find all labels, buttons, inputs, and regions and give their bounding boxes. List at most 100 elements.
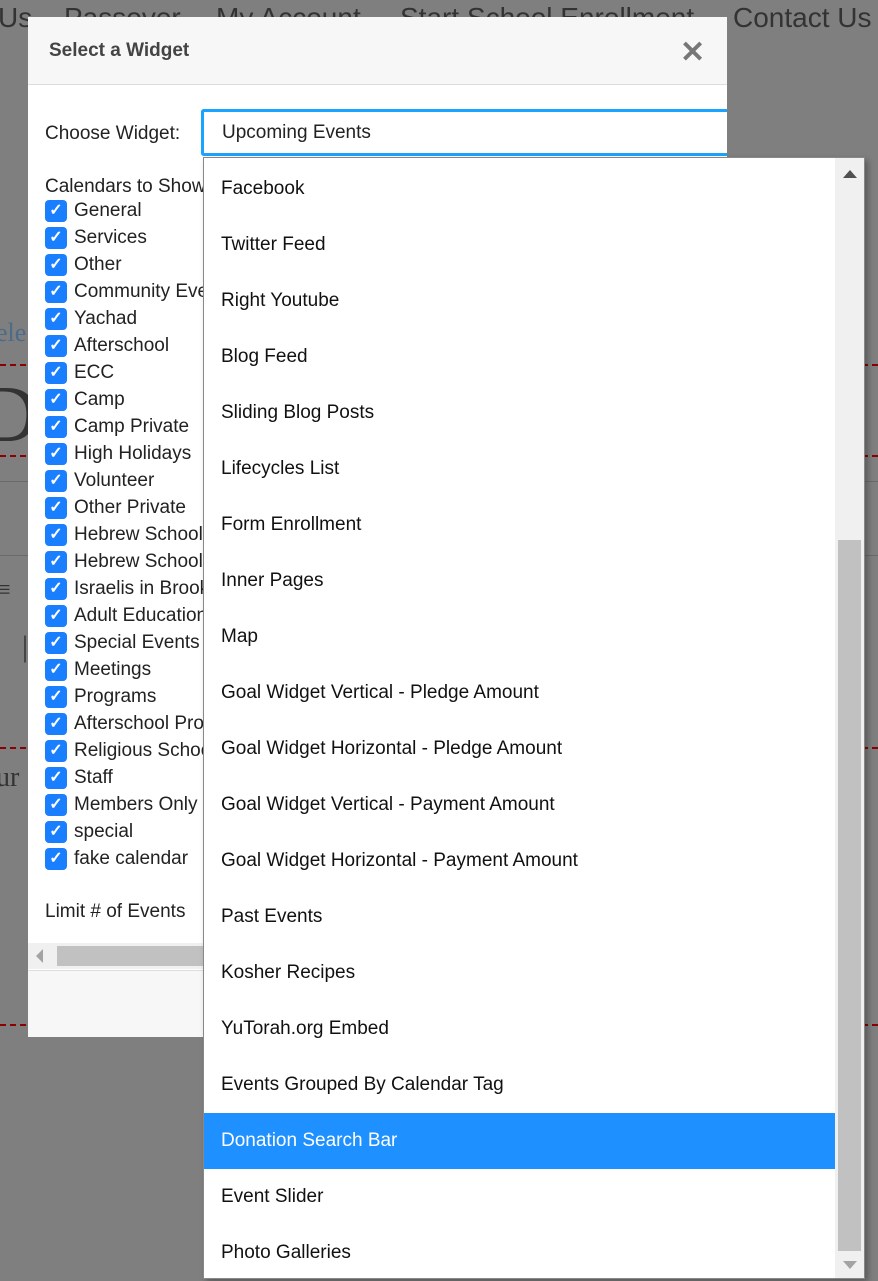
calendar-checkbox[interactable]: ✓ Camp — [45, 389, 125, 411]
dropdown-option[interactable]: Lifecycles List — [204, 441, 836, 497]
calendar-checkbox[interactable]: ✓ Hebrew School — [45, 551, 203, 573]
checkbox-checked-icon[interactable]: ✓ — [45, 659, 67, 681]
checkbox-checked-icon[interactable]: ✓ — [45, 443, 67, 465]
limit-events-label: Limit # of Events — [45, 901, 186, 922]
checkbox-checked-icon[interactable]: ✓ — [45, 470, 67, 492]
calendar-label: Religious School — [74, 740, 216, 761]
calendar-checkbox[interactable]: ✓ fake calendar — [45, 848, 188, 870]
calendar-label: Volunteer — [74, 470, 155, 491]
calendar-checkbox[interactable]: ✓ Special Events — [45, 632, 200, 654]
calendar-checkbox[interactable]: ✓ Programs — [45, 686, 156, 708]
widget-select[interactable]: Upcoming Events — [201, 109, 727, 156]
dropdown-option[interactable]: Goal Widget Horizontal - Payment Amount — [204, 833, 836, 889]
checkbox-checked-icon[interactable]: ✓ — [45, 227, 67, 249]
calendar-checkbox[interactable]: ✓ Religious School — [45, 740, 216, 762]
checkbox-checked-icon[interactable]: ✓ — [45, 713, 67, 735]
calendar-checkbox[interactable]: ✓ Meetings — [45, 659, 151, 681]
checkbox-checked-icon[interactable]: ✓ — [45, 524, 67, 546]
calendar-label: Other — [74, 254, 122, 275]
calendar-label: Hebrew School — [74, 524, 203, 545]
dropdown-option[interactable]: Past Events — [204, 889, 836, 945]
checkbox-checked-icon[interactable]: ✓ — [45, 497, 67, 519]
dropdown-option[interactable]: Map — [204, 609, 836, 665]
checkbox-checked-icon[interactable]: ✓ — [45, 200, 67, 222]
calendar-label: ECC — [74, 362, 115, 383]
close-icon[interactable]: ✕ — [680, 35, 705, 70]
dropdown-option[interactable]: Right Youtube — [204, 273, 836, 329]
modal-title: Select a Widget — [49, 40, 190, 61]
scroll-up-icon[interactable] — [843, 170, 857, 178]
dropdown-option[interactable]: Goal Widget Horizontal - Pledge Amount — [204, 721, 836, 777]
calendar-label: Afterschool — [74, 335, 170, 356]
calendar-checkbox[interactable]: ✓ Adult Education — [45, 605, 207, 627]
calendars-label: Calendars to Show — [45, 176, 206, 197]
calendar-checkbox[interactable]: ✓ Other Private — [45, 497, 186, 519]
scrollbar-thumb[interactable] — [838, 540, 861, 1251]
calendar-label: Programs — [74, 686, 157, 707]
dropdown-option[interactable]: Facebook — [204, 161, 836, 217]
calendar-label: Members Only — [74, 794, 198, 815]
widget-dropdown-list[interactable]: Facebook Twitter Feed Right Youtube Blog Fe… — [203, 157, 865, 1279]
calendar-checkbox[interactable]: ✓ special — [45, 821, 133, 843]
dropdown-option[interactable]: Goal Widget Vertical - Pledge Amount — [204, 665, 836, 721]
nav-link: Contact Us — [733, 2, 872, 33]
checkbox-checked-icon[interactable]: ✓ — [45, 335, 67, 357]
dropdown-option[interactable]: Blog Feed — [204, 329, 836, 385]
calendar-checkbox[interactable]: ✓ Other — [45, 254, 122, 276]
checkbox-checked-icon[interactable]: ✓ — [45, 821, 67, 843]
scroll-down-icon[interactable] — [843, 1261, 857, 1269]
checkbox-checked-icon[interactable]: ✓ — [45, 578, 67, 600]
calendar-checkbox[interactable]: ✓ Staff — [45, 767, 113, 789]
calendar-checkbox[interactable]: ✓ Camp Private — [45, 416, 189, 438]
checkbox-checked-icon[interactable]: ✓ — [45, 362, 67, 384]
checkbox-checked-icon[interactable]: ✓ — [45, 551, 67, 573]
calendar-checkbox[interactable]: ✓ Volunteer — [45, 470, 154, 492]
calendar-label: Yachad — [74, 308, 138, 329]
calendar-label: Staff — [74, 767, 113, 788]
calendar-checkbox[interactable]: ✓ ECC — [45, 362, 114, 384]
calendar-label: special — [74, 821, 134, 842]
checkbox-checked-icon[interactable]: ✓ — [45, 767, 67, 789]
choose-widget-label: Choose Widget: — [45, 123, 181, 144]
dropdown-option[interactable]: Photo Galleries — [204, 1225, 836, 1278]
checkbox-checked-icon[interactable]: ✓ — [45, 686, 67, 708]
checkbox-checked-icon[interactable]: ✓ — [45, 254, 67, 276]
calendar-label: General — [74, 200, 142, 221]
calendar-checkbox[interactable]: ✓ Afterschool — [45, 335, 169, 357]
calendar-label: Special Events — [74, 632, 200, 653]
checkbox-checked-icon[interactable]: ✓ — [45, 389, 67, 411]
calendar-checkbox[interactable]: ✓ Services — [45, 227, 147, 249]
modal-header: Select a Widget ✕ — [28, 17, 727, 85]
calendar-label: Camp — [74, 389, 125, 410]
calendar-checkbox[interactable]: ✓ Members Only — [45, 794, 198, 816]
calendar-label: Adult Education — [74, 605, 208, 626]
checkbox-checked-icon[interactable]: ✓ — [45, 632, 67, 654]
calendar-label: Meetings — [74, 659, 152, 680]
vertical-scrollbar[interactable] — [835, 158, 864, 1278]
dropdown-option[interactable]: Kosher Recipes — [204, 945, 836, 1001]
dropdown-option[interactable]: Form Enrollment — [204, 497, 836, 553]
dropdown-option[interactable]: Sliding Blog Posts — [204, 385, 836, 441]
calendar-checkbox[interactable]: ✓ General — [45, 200, 142, 222]
dropdown-option[interactable]: Inner Pages — [204, 553, 836, 609]
checkbox-checked-icon[interactable]: ✓ — [45, 308, 67, 330]
calendar-label: Other Private — [74, 497, 186, 518]
checkbox-checked-icon[interactable]: ✓ — [45, 848, 67, 870]
checkbox-checked-icon[interactable]: ✓ — [45, 281, 67, 303]
scroll-left-icon[interactable] — [36, 949, 43, 963]
checkbox-checked-icon[interactable]: ✓ — [45, 740, 67, 762]
calendar-label: Camp Private — [74, 416, 190, 437]
dropdown-option[interactable]: Twitter Feed — [204, 217, 836, 273]
calendar-checkbox[interactable]: ✓ Hebrew School — [45, 524, 203, 546]
calendar-checkbox[interactable]: ✓ Yachad — [45, 308, 137, 330]
checkbox-checked-icon[interactable]: ✓ — [45, 794, 67, 816]
dropdown-option[interactable]: Donation Search Bar — [204, 1113, 836, 1169]
checkbox-checked-icon[interactable]: ✓ — [45, 416, 67, 438]
dropdown-option[interactable]: Event Slider — [204, 1169, 836, 1225]
dropdown-option[interactable]: YuTorah.org Embed — [204, 1001, 836, 1057]
calendar-label: Hebrew School — [74, 551, 203, 572]
dropdown-option[interactable]: Goal Widget Vertical - Payment Amount — [204, 777, 836, 833]
calendar-checkbox[interactable]: ✓ High Holidays — [45, 443, 191, 465]
checkbox-checked-icon[interactable]: ✓ — [45, 605, 67, 627]
dropdown-option[interactable]: Events Grouped By Calendar Tag — [204, 1057, 836, 1113]
